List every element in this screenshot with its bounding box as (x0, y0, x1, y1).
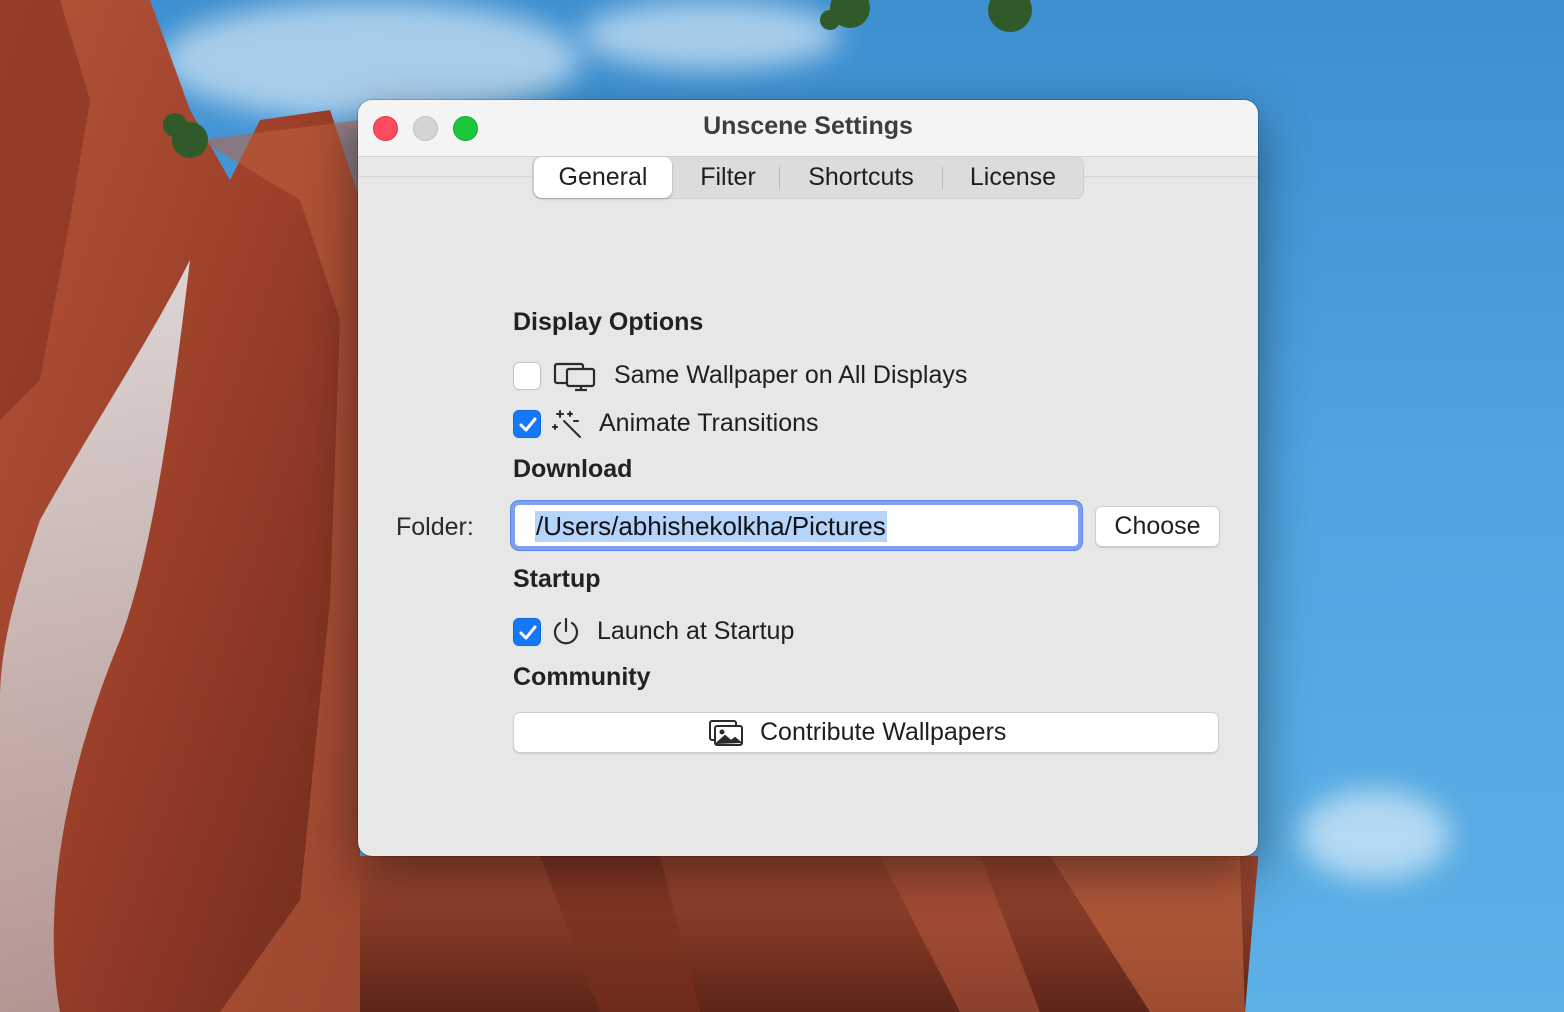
launch-at-startup-label: Launch at Startup (597, 617, 795, 645)
settings-window: Unscene Settings General Filter Shortcut… (358, 100, 1258, 856)
download-folder-field[interactable]: /Users/abhishekolkha/Pictures (511, 501, 1082, 550)
same-wallpaper-label: Same Wallpaper on All Displays (614, 361, 968, 389)
startup-heading: Startup (513, 565, 601, 593)
window-title: Unscene Settings (703, 112, 913, 140)
display-options-heading: Display Options (513, 308, 704, 336)
animate-transitions-label: Animate Transitions (599, 409, 819, 437)
sparkles-wand-icon (552, 409, 584, 446)
checkmark-icon (519, 625, 537, 640)
tab-license[interactable]: License (943, 157, 1083, 200)
animate-transitions-checkbox[interactable] (513, 410, 541, 438)
download-heading: Download (513, 455, 633, 483)
photos-icon (708, 719, 744, 752)
community-heading: Community (513, 663, 651, 691)
tab-filter[interactable]: Filter (673, 157, 783, 200)
checkmark-icon (519, 417, 537, 432)
tab-shortcuts[interactable]: Shortcuts (780, 157, 942, 200)
choose-folder-button[interactable]: Choose (1095, 506, 1220, 547)
tab-bar: General Filter Shortcuts License (532, 156, 1084, 199)
title-bar[interactable]: Unscene Settings (358, 100, 1258, 157)
tab-general[interactable]: General (534, 157, 672, 198)
download-folder-value[interactable]: /Users/abhishekolkha/Pictures (535, 511, 887, 542)
folder-label: Folder: (396, 513, 474, 541)
power-icon (551, 616, 581, 653)
same-wallpaper-checkbox[interactable] (513, 362, 541, 390)
displays-icon (553, 360, 597, 397)
contribute-wallpapers-label: Contribute Wallpapers (760, 718, 1007, 746)
launch-at-startup-checkbox[interactable] (513, 618, 541, 646)
contribute-wallpapers-button[interactable]: Contribute Wallpapers (513, 712, 1219, 753)
